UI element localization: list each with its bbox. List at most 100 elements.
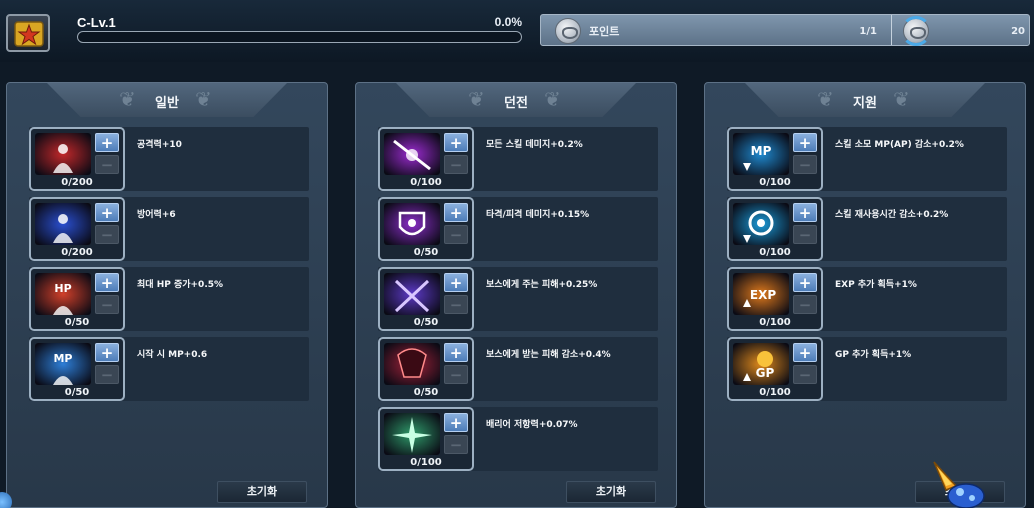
skill-slot: + −0/100 bbox=[378, 407, 474, 471]
mascot-rocket-icon bbox=[933, 461, 985, 508]
svg-text:MP: MP bbox=[53, 352, 72, 365]
skill-row: EXP + −0/100 EXP 추가 획득+1% bbox=[727, 267, 1007, 331]
increase-button[interactable]: + bbox=[95, 343, 119, 362]
skill-level: 0/50 bbox=[413, 317, 439, 328]
increase-button[interactable]: + bbox=[444, 413, 468, 432]
mp-cost-icon: MP bbox=[733, 133, 789, 175]
hp-icon: HP bbox=[35, 273, 91, 315]
panel-general: ❦ ❦ 일반 + −0/200 공격력+10 + −0/200 방어력+6 HP + −0/50 최대 … bbox=[6, 82, 328, 508]
increase-button[interactable]: + bbox=[95, 273, 119, 292]
skill-slot: + −0/200 bbox=[29, 197, 125, 261]
skill-slot: MP + −0/100 bbox=[727, 127, 823, 191]
boss-damage-icon bbox=[384, 273, 440, 315]
skill-level: 0/100 bbox=[759, 177, 791, 188]
skill-description: 타격/피격 데미지+0.15% bbox=[486, 210, 590, 220]
skill-level: 0/200 bbox=[61, 247, 93, 258]
skill-slot: EXP + −0/100 bbox=[727, 267, 823, 331]
skill-description: 방어력+6 bbox=[137, 210, 176, 220]
increase-button[interactable]: + bbox=[793, 273, 817, 292]
character-level-label: C-Lv.1 bbox=[77, 15, 116, 30]
mp-icon: MP bbox=[35, 343, 91, 385]
skill-slot: GP + −0/100 bbox=[727, 337, 823, 401]
increase-button[interactable]: + bbox=[793, 133, 817, 152]
exp-percent-label: 0.0% bbox=[494, 15, 522, 29]
hit-damage-icon bbox=[384, 203, 440, 245]
panel-title: 던전 bbox=[504, 96, 528, 111]
skill-description: 스킬 소모 MP(AP) 감소+0.2% bbox=[835, 140, 964, 150]
skill-slot: + −0/50 bbox=[378, 337, 474, 401]
skill-row: + −0/200 방어력+6 bbox=[29, 197, 309, 261]
points-divider bbox=[891, 15, 892, 45]
panel-title: 지원 bbox=[853, 96, 877, 111]
points-label: 포인트 bbox=[589, 25, 620, 38]
top-bar: C-Lv.1 0.0% 포인트 1/1 20 bbox=[0, 0, 1034, 62]
skill-level: 0/100 bbox=[759, 317, 791, 328]
decrease-button[interactable]: − bbox=[95, 365, 119, 384]
skill-description: 보스에게 주는 피해+0.25% bbox=[486, 280, 598, 290]
increase-button[interactable]: + bbox=[444, 343, 468, 362]
skill-level: 0/100 bbox=[759, 387, 791, 398]
skill-slot: MP + −0/50 bbox=[29, 337, 125, 401]
increase-button[interactable]: + bbox=[444, 273, 468, 292]
skill-description: 모든 스킬 데미지+0.2% bbox=[486, 140, 583, 150]
cooldown-icon bbox=[733, 203, 789, 245]
defense-icon bbox=[35, 203, 91, 245]
decrease-button[interactable]: − bbox=[793, 155, 817, 174]
skill-level: 0/100 bbox=[410, 177, 442, 188]
panel-header: ❦ ❦ 일반 bbox=[47, 83, 287, 117]
skill-level: 0/100 bbox=[759, 247, 791, 258]
panel-header: ❦ ❦ 지원 bbox=[745, 83, 985, 117]
decrease-button[interactable]: − bbox=[95, 155, 119, 174]
increase-button[interactable]: + bbox=[444, 203, 468, 222]
reset-button[interactable]: 초기화 bbox=[217, 481, 307, 503]
skill-description: 시작 시 MP+0.6 bbox=[137, 350, 208, 360]
reset-button[interactable]: 초기화 bbox=[566, 481, 656, 503]
skill-description: 배리어 저항력+0.07% bbox=[486, 420, 578, 430]
decrease-button[interactable]: − bbox=[444, 365, 468, 384]
increase-button[interactable]: + bbox=[95, 133, 119, 152]
points-panel: 포인트 1/1 20 bbox=[540, 14, 1030, 46]
skill-description: 보스에게 받는 피해 감소+0.4% bbox=[486, 350, 611, 360]
decrease-button[interactable]: − bbox=[444, 295, 468, 314]
decrease-button[interactable]: − bbox=[444, 155, 468, 174]
skill-description: 최대 HP 증가+0.5% bbox=[137, 280, 224, 290]
skill-slot: HP + −0/50 bbox=[29, 267, 125, 331]
skill-row: + −0/100 스킬 재사용시간 감소+0.2% bbox=[727, 197, 1007, 261]
skill-slot: + −0/200 bbox=[29, 127, 125, 191]
svg-text:EXP: EXP bbox=[750, 288, 776, 302]
decrease-button[interactable]: − bbox=[793, 225, 817, 244]
decrease-button[interactable]: − bbox=[444, 435, 468, 454]
skill-level: 0/200 bbox=[61, 177, 93, 188]
skill-level: 0/50 bbox=[413, 387, 439, 398]
all-skill-damage-icon bbox=[384, 133, 440, 175]
boss-defense-icon bbox=[384, 343, 440, 385]
skill-row: MP + −0/50 시작 시 MP+0.6 bbox=[29, 337, 309, 401]
reset-coin-icon bbox=[901, 16, 931, 46]
svg-text:HP: HP bbox=[54, 282, 71, 295]
decrease-button[interactable]: − bbox=[95, 295, 119, 314]
skill-row: + −0/50 보스에게 주는 피해+0.25% bbox=[378, 267, 658, 331]
svg-text:MP: MP bbox=[751, 144, 772, 158]
increase-button[interactable]: + bbox=[793, 203, 817, 222]
panel-title: 일반 bbox=[155, 96, 179, 111]
decrease-button[interactable]: − bbox=[95, 225, 119, 244]
decrease-button[interactable]: − bbox=[793, 295, 817, 314]
attack-icon bbox=[35, 133, 91, 175]
points-value: 1/1 bbox=[859, 26, 877, 37]
skill-description: EXP 추가 획득+1% bbox=[835, 280, 917, 290]
skill-slot: + −0/100 bbox=[727, 197, 823, 261]
decrease-button[interactable]: − bbox=[444, 225, 468, 244]
exp-icon: EXP bbox=[733, 273, 789, 315]
exp-progress-bar bbox=[77, 31, 522, 43]
increase-button[interactable]: + bbox=[793, 343, 817, 362]
skill-row: + −0/50 보스에게 받는 피해 감소+0.4% bbox=[378, 337, 658, 401]
skill-slot: + −0/50 bbox=[378, 197, 474, 261]
point-coin-icon bbox=[555, 18, 581, 44]
increase-button[interactable]: + bbox=[95, 203, 119, 222]
skill-row: GP + −0/100 GP 추가 획득+1% bbox=[727, 337, 1007, 401]
increase-button[interactable]: + bbox=[444, 133, 468, 152]
decrease-button[interactable]: − bbox=[793, 365, 817, 384]
skill-level: 0/50 bbox=[64, 317, 90, 328]
panel-dungeon: ❦ ❦ 던전 + −0/100 모든 스킬 데미지+0.2% + −0/50 타격/피격 데미지… bbox=[355, 82, 677, 508]
skill-row: + −0/200 공격력+10 bbox=[29, 127, 309, 191]
